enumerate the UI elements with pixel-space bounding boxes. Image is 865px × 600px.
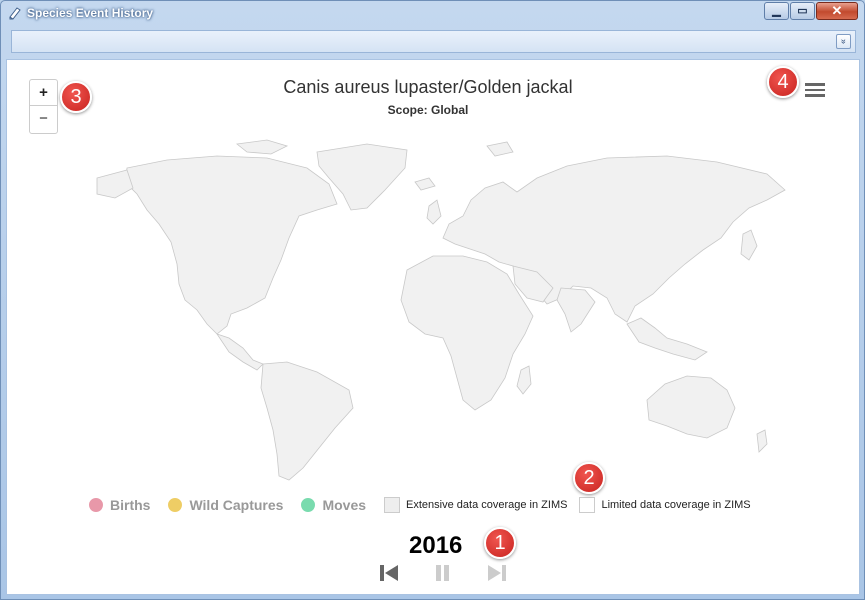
map-region-central-america[interactable] xyxy=(216,333,264,371)
legend-label-births: Births xyxy=(110,497,151,513)
minimize-icon: ▁ xyxy=(772,5,781,17)
callout-badge-2: 2 xyxy=(573,462,605,494)
legend-label-moves: Moves xyxy=(322,497,367,513)
map-region-svalbard[interactable] xyxy=(486,141,514,157)
toolbar-expand-button[interactable]: » xyxy=(836,34,851,49)
map-title: Canis aureus lupaster/Golden jackal xyxy=(283,77,573,97)
hamburger-menu-icon[interactable] xyxy=(805,83,825,99)
pause-icon[interactable] xyxy=(434,563,452,583)
window-controls: ▁ ▭ ✕ xyxy=(763,2,858,20)
world-map[interactable] xyxy=(67,138,827,483)
births-marker-icon xyxy=(89,498,103,512)
double-chevron-down-icon: » xyxy=(838,38,849,45)
pen-icon xyxy=(9,7,21,20)
maximize-icon: ▭ xyxy=(797,5,808,17)
map-region-south-america[interactable] xyxy=(260,361,354,481)
legend-item-moves[interactable]: Moves xyxy=(301,497,366,513)
moves-marker-icon xyxy=(301,498,316,512)
map-region-japan[interactable] xyxy=(740,229,758,261)
close-icon: ✕ xyxy=(831,3,843,18)
legend-label-wild-captures: Wild Captures xyxy=(189,497,284,513)
callout-badge-1: 1 xyxy=(484,527,516,559)
map-subtitle: Scope: Global xyxy=(387,103,469,117)
map-region-india[interactable] xyxy=(556,287,596,333)
title-bar[interactable]: Species Event History ▁ ▭ ✕ xyxy=(1,1,864,25)
map-legend: Births Wild Captures Moves Extensive dat… xyxy=(89,497,769,513)
legend-item-births[interactable]: Births xyxy=(89,497,150,513)
close-button[interactable]: ✕ xyxy=(816,2,858,20)
wild-captures-marker-icon xyxy=(168,498,183,512)
skip-to-start-icon[interactable] xyxy=(378,563,400,583)
map-region-uk[interactable] xyxy=(426,199,442,225)
legend-item-wild-captures[interactable]: Wild Captures xyxy=(168,497,283,513)
legend-label-limited-coverage: Limited data coverage in ZIMS xyxy=(601,499,751,511)
map-panel: + − 3 Canis aureus lupaster/Golden jacka… xyxy=(6,59,860,595)
map-region-africa[interactable] xyxy=(400,255,534,411)
callout-badge-4: 4 xyxy=(767,66,799,98)
map-region-australia[interactable] xyxy=(646,375,736,439)
extensive-coverage-swatch-icon xyxy=(384,497,401,513)
map-region-iceland[interactable] xyxy=(414,177,436,191)
limited-coverage-swatch-icon xyxy=(579,497,596,513)
maximize-button[interactable]: ▭ xyxy=(790,2,815,20)
minimize-button[interactable]: ▁ xyxy=(764,2,789,20)
timeline-year: 2016 xyxy=(409,532,463,559)
map-region-alaska[interactable] xyxy=(96,169,134,199)
legend-item-limited-coverage[interactable]: Limited data coverage in ZIMS xyxy=(579,497,751,513)
map-region-north-america[interactable] xyxy=(124,155,338,335)
map-region-new-zealand[interactable] xyxy=(756,429,768,453)
land-masses xyxy=(96,139,786,481)
species-event-history-window: Species Event History ▁ ▭ ✕ » + − 3 Cani… xyxy=(0,0,865,600)
skip-to-end-icon[interactable] xyxy=(486,563,508,583)
window-title: Species Event History xyxy=(27,6,154,20)
timeline-player-controls xyxy=(374,563,514,585)
legend-item-extensive-coverage[interactable]: Extensive data coverage in ZIMS xyxy=(384,497,567,513)
legend-label-extensive-coverage: Extensive data coverage in ZIMS xyxy=(406,499,568,511)
map-region-southeast-asia[interactable] xyxy=(626,317,708,361)
map-region-arctic-islands[interactable] xyxy=(236,139,289,155)
map-region-madagascar[interactable] xyxy=(516,365,532,395)
toolbar: » xyxy=(11,30,856,53)
